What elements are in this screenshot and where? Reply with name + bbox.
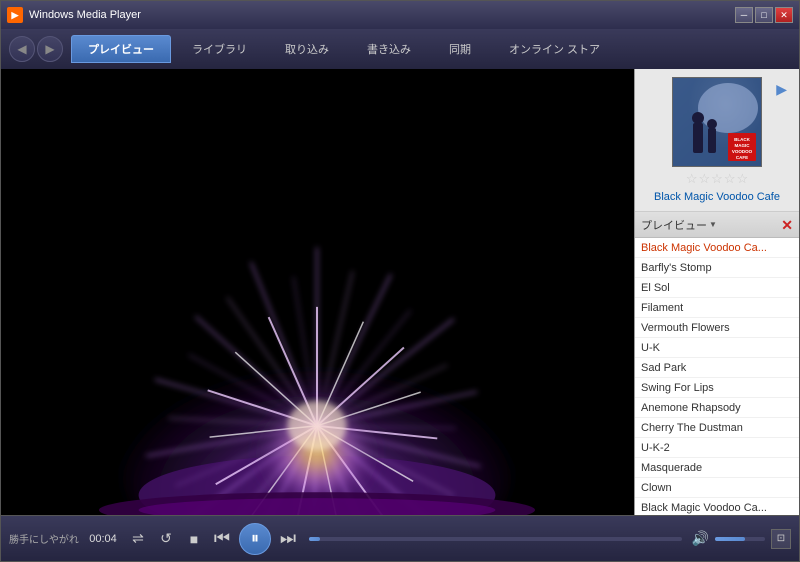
window-title: Windows Media Player: [29, 9, 729, 21]
playlist-header: プレイビュー ▼ ✕: [635, 212, 799, 238]
playlist-item[interactable]: El Sol: [635, 278, 799, 298]
nav-bar: ◀ ▶ プレイビュー ライブラリ 取り込み 書き込み 同期 オンライン ストア: [1, 29, 799, 69]
tab-sync[interactable]: 同期: [432, 35, 488, 63]
close-button[interactable]: ✕: [775, 7, 793, 23]
time-display: 00:04: [85, 533, 121, 545]
playlist-item[interactable]: Masquerade: [635, 458, 799, 478]
tab-preview[interactable]: プレイビュー: [71, 35, 171, 63]
previous-button[interactable]: ⏮: [211, 528, 233, 550]
back-button[interactable]: ◀: [9, 36, 35, 62]
album-title-link[interactable]: Black Magic Voodoo Cafe: [654, 191, 780, 203]
seek-fill: [309, 537, 320, 541]
playlist-item[interactable]: U-K-2: [635, 438, 799, 458]
playlist-item[interactable]: Vermouth Flowers: [635, 318, 799, 338]
tab-burn[interactable]: 書き込み: [350, 35, 428, 63]
playlist-dropdown-arrow[interactable]: ▼: [709, 220, 717, 229]
window: ▶ Windows Media Player ─ □ ✕ ◀ ▶ プレイビュー …: [0, 0, 800, 562]
title-bar: ▶ Windows Media Player ─ □ ✕: [1, 1, 799, 29]
seek-bar[interactable]: [309, 537, 682, 541]
album-art-section: ▶: [635, 69, 799, 212]
stop-button[interactable]: ■: [183, 528, 205, 550]
main-content: ▶: [1, 69, 799, 515]
maximize-button[interactable]: □: [755, 7, 773, 23]
nav-arrows: ◀ ▶: [9, 36, 63, 62]
tab-rip[interactable]: 取り込み: [268, 35, 346, 63]
volume-icon: 🔊: [692, 530, 709, 547]
next-album-icon[interactable]: ▶: [776, 81, 787, 98]
shuffle-button[interactable]: ⇌: [127, 528, 149, 550]
playlist-item[interactable]: Black Magic Voodoo Ca...: [635, 498, 799, 515]
right-panel: ▶: [634, 69, 799, 515]
controls-bar: 勝手にしやがれ 00:04 ⇌ ↺ ■ ⏮ ⏸ ⏭ 🔊 ⊡: [1, 515, 799, 561]
playlist-item[interactable]: Barfly's Stomp: [635, 258, 799, 278]
playlist-item[interactable]: Sad Park: [635, 358, 799, 378]
forward-button[interactable]: ▶: [37, 36, 63, 62]
playlist-item[interactable]: Anemone Rhapsody: [635, 398, 799, 418]
svg-text:CAFE: CAFE: [736, 155, 748, 160]
close-playlist-button[interactable]: ✕: [781, 218, 793, 232]
star-rating[interactable]: ☆ ☆ ☆ ☆ ☆: [686, 171, 748, 187]
visualization-area: [1, 69, 634, 515]
title-bar-buttons: ─ □ ✕: [735, 7, 793, 23]
next-button[interactable]: ⏭: [277, 528, 299, 550]
visualization-svg: [1, 69, 634, 515]
repeat-button[interactable]: ↺: [155, 528, 177, 550]
playlist-header-label: プレイビュー ▼: [641, 217, 777, 233]
status-text: 勝手にしやがれ: [9, 531, 79, 546]
play-pause-button[interactable]: ⏸: [239, 523, 271, 555]
svg-text:BLACK: BLACK: [734, 137, 750, 142]
playlist-item[interactable]: U-K: [635, 338, 799, 358]
minimize-button[interactable]: ─: [735, 7, 753, 23]
tab-store[interactable]: オンライン ストア: [492, 35, 617, 63]
svg-text:MAGIC: MAGIC: [735, 143, 751, 148]
app-icon: ▶: [7, 7, 23, 23]
volume-fill: [715, 537, 745, 541]
playlist-item[interactable]: Cherry The Dustman: [635, 418, 799, 438]
playlist-item[interactable]: Black Magic Voodoo Ca...: [635, 238, 799, 258]
playlist-item[interactable]: Filament: [635, 298, 799, 318]
album-art: BLACK MAGIC VOODOO CAFE: [672, 77, 762, 167]
volume-bar[interactable]: [715, 537, 765, 541]
playlist[interactable]: Black Magic Voodoo Ca... Barfly's Stomp …: [635, 238, 799, 515]
playlist-item[interactable]: Clown: [635, 478, 799, 498]
tab-library[interactable]: ライブラリ: [175, 35, 264, 63]
playlist-item[interactable]: Swing For Lips: [635, 378, 799, 398]
fullscreen-button[interactable]: ⊡: [771, 529, 791, 549]
svg-text:VOODOO: VOODOO: [732, 149, 753, 154]
